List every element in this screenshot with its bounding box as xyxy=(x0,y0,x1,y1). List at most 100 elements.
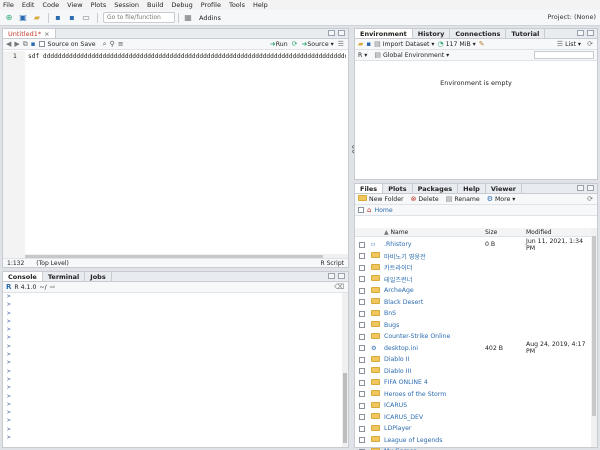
file-row[interactable]: League of Legends xyxy=(355,435,591,447)
menu-item-tools[interactable]: Tools xyxy=(229,1,245,9)
menu-item-build[interactable]: Build xyxy=(147,1,163,9)
file-name[interactable]: LDPlayer xyxy=(384,425,411,432)
file-checkbox[interactable] xyxy=(359,310,365,317)
code-editor[interactable]: 1 sdf dddddddddddddddddddddddddddddddddd… xyxy=(3,51,348,260)
file-type-indicator[interactable]: R Script xyxy=(321,260,344,267)
import-dataset-button[interactable]: ▤ Import Dataset ▾ xyxy=(374,40,434,48)
file-name[interactable]: desktop.ini xyxy=(384,345,418,352)
minimize-icon[interactable] xyxy=(328,273,335,279)
file-name[interactable]: Counter-Strike Online xyxy=(384,333,450,340)
menu-item-code[interactable]: Code xyxy=(42,1,59,9)
addins-menu[interactable]: Addins xyxy=(199,14,221,22)
file-checkbox[interactable] xyxy=(359,402,365,409)
menu-item-help[interactable]: Help xyxy=(253,1,268,9)
project-menu[interactable]: Project: (None) xyxy=(547,13,596,21)
rerun-icon[interactable]: ⟳ xyxy=(292,40,298,48)
tab-tutorial[interactable]: Tutorial xyxy=(506,29,546,38)
search-input[interactable] xyxy=(534,51,594,59)
open-file-icon[interactable]: ▰ xyxy=(31,12,43,24)
source-button[interactable]: ➜Source ▾ xyxy=(302,40,334,48)
maximize-icon[interactable] xyxy=(338,273,345,279)
scope-indicator[interactable]: (Top Level) xyxy=(36,260,69,267)
refresh-icon[interactable]: ⟳ xyxy=(587,195,593,203)
select-all-checkbox[interactable] xyxy=(358,207,364,213)
file-row[interactable]: ⚙ desktop.ini 402 B Aug 24, 2019, 4:17 PM xyxy=(355,341,591,355)
column-size[interactable]: Size xyxy=(485,229,497,236)
file-name[interactable]: 마비노기 영웅전 xyxy=(384,252,426,261)
language-dropdown[interactable]: R ▾ xyxy=(358,52,367,59)
file-name[interactable]: ICARUS_DEV xyxy=(384,414,423,421)
open-icon[interactable]: ▰ xyxy=(358,40,363,48)
file-name[interactable]: .Rhistory xyxy=(384,241,412,248)
compile-report-icon[interactable]: ≡ xyxy=(118,40,124,48)
run-button[interactable]: ➜Run xyxy=(270,40,288,48)
show-in-window-icon[interactable]: ⧉ xyxy=(23,40,28,48)
refresh-icon[interactable]: ⟳ xyxy=(587,40,593,48)
file-row[interactable]: Bugs xyxy=(355,320,591,332)
scroll-thumb[interactable] xyxy=(343,373,347,443)
file-checkbox[interactable] xyxy=(359,368,365,375)
home-icon[interactable]: ⌂ xyxy=(367,206,371,214)
file-row[interactable]: ICARUS_DEV xyxy=(355,412,591,424)
file-name[interactable]: Diablo II xyxy=(384,356,409,363)
file-checkbox[interactable] xyxy=(359,253,365,260)
tab-files[interactable]: Files xyxy=(355,184,384,193)
maximize-icon[interactable] xyxy=(338,30,345,36)
tab-terminal[interactable]: Terminal xyxy=(43,272,86,281)
print-icon[interactable]: ▭ xyxy=(80,12,92,24)
rename-button[interactable]: ▤ Rename xyxy=(446,195,480,203)
goto-file-input[interactable]: Go to file/function xyxy=(103,12,175,23)
file-checkbox[interactable] xyxy=(359,425,365,432)
breadcrumb-home[interactable]: Home xyxy=(374,207,392,214)
menu-item-plots[interactable]: Plots xyxy=(91,1,107,9)
grid-layout-icon[interactable]: ▦ xyxy=(182,12,194,24)
file-row[interactable]: Black Desert xyxy=(355,297,591,309)
tab-plots[interactable]: Plots xyxy=(383,184,413,193)
save-all-icon[interactable]: ▪ xyxy=(66,12,78,24)
menu-item-edit[interactable]: Edit xyxy=(22,1,35,9)
search-icon[interactable]: ⌕ xyxy=(103,40,107,48)
close-icon[interactable]: × xyxy=(44,30,49,38)
file-row[interactable]: BnS xyxy=(355,308,591,320)
maximize-icon[interactable] xyxy=(587,30,594,36)
column-name[interactable]: ▲ Name xyxy=(384,229,408,236)
file-name[interactable]: ArcheAge xyxy=(384,287,414,294)
vertical-scrollbar[interactable] xyxy=(342,293,348,447)
file-checkbox[interactable] xyxy=(359,391,365,398)
forward-icon[interactable]: ▶ xyxy=(14,40,19,48)
file-name[interactable]: Heroes of the Storm xyxy=(384,391,446,398)
back-icon[interactable]: ◀ xyxy=(6,40,11,48)
file-name[interactable]: League of Legends xyxy=(384,437,442,444)
scroll-thumb[interactable] xyxy=(592,236,596,416)
broom-icon[interactable]: ✎ xyxy=(479,40,485,48)
file-checkbox[interactable] xyxy=(359,379,365,386)
file-checkbox[interactable] xyxy=(359,345,365,352)
file-name[interactable]: 테일즈런너 xyxy=(384,275,412,284)
save-icon[interactable]: ▪ xyxy=(366,40,371,48)
file-name[interactable]: ICARUS xyxy=(384,402,407,409)
new-folder-button[interactable]: New Folder xyxy=(358,195,404,203)
file-checkbox[interactable] xyxy=(359,333,365,340)
tab-jobs[interactable]: Jobs xyxy=(85,272,112,281)
file-name[interactable]: FIFA ONLINE 4 xyxy=(384,379,428,386)
file-name[interactable]: Diablo III xyxy=(384,368,411,375)
tab-untitled1[interactable]: Untitled1* × xyxy=(3,29,56,38)
tab-console[interactable]: Console xyxy=(3,272,43,281)
menu-item-view[interactable]: View xyxy=(67,1,82,9)
vertical-scrollbar[interactable] xyxy=(591,228,597,447)
new-project-icon[interactable]: ▣ xyxy=(17,12,29,24)
file-checkbox[interactable] xyxy=(359,287,365,294)
memory-usage[interactable]: ◔ 117 MiB ▾ xyxy=(438,40,476,48)
tab-packages[interactable]: Packages xyxy=(413,184,459,193)
file-row[interactable]: ▫ .Rhistory 0 B Jun 11, 2021, 1:34 PM xyxy=(355,238,591,252)
file-row[interactable]: Diablo II xyxy=(355,354,591,366)
file-checkbox[interactable] xyxy=(359,241,365,248)
file-name[interactable]: 카트라이더 xyxy=(384,263,412,272)
file-row[interactable]: Diablo III xyxy=(355,366,591,378)
new-file-icon[interactable]: ⊕ xyxy=(3,12,15,24)
code-text[interactable]: sdf dddddddddddddddddddddddddddddddddddd… xyxy=(28,53,346,60)
file-checkbox[interactable] xyxy=(359,299,365,306)
file-row[interactable]: FIFA ONLINE 4 xyxy=(355,377,591,389)
file-row[interactable]: Heroes of the Storm xyxy=(355,389,591,401)
menu-item-profile[interactable]: Profile xyxy=(201,1,221,9)
